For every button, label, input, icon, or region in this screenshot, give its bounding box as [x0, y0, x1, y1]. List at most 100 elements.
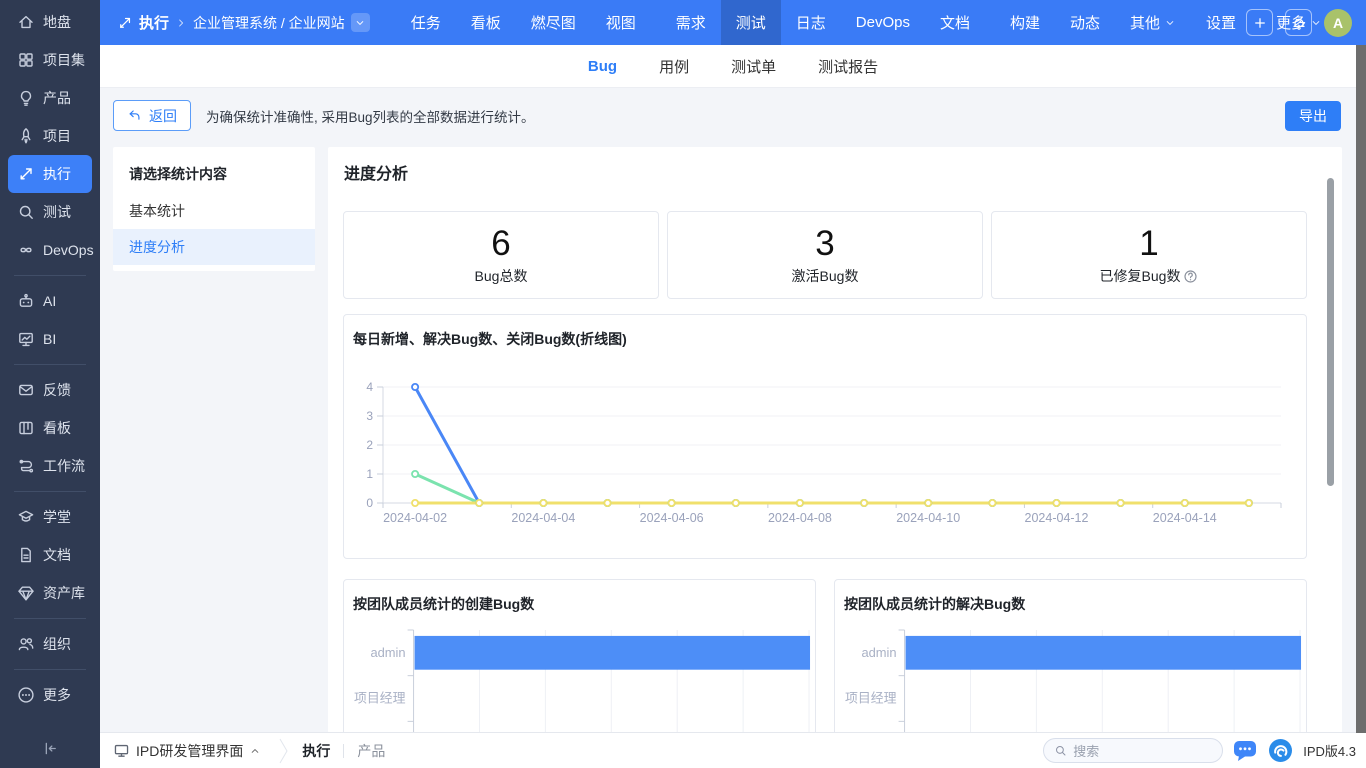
sidebar-item-label: 项目	[43, 126, 71, 146]
bottom-bar-item-product[interactable]: 产品	[357, 741, 385, 761]
summary-card-value: 3	[815, 224, 834, 264]
sidebar-item-program[interactable]: 项目集	[8, 41, 92, 79]
sidebar-collapse-button[interactable]	[0, 728, 100, 768]
chevron-right-icon	[175, 17, 187, 29]
search-placeholder: 搜索	[1073, 741, 1099, 760]
tab-testtask[interactable]: 测试单	[731, 56, 776, 77]
summary-card-2: 1已修复Bug数	[991, 211, 1307, 299]
sidebar-item-tutorial[interactable]: 学堂	[8, 498, 92, 536]
robot-icon	[17, 292, 35, 310]
summary-card-1: 3激活Bug数	[667, 211, 983, 299]
app-switcher-label: IPD研发管理界面	[136, 741, 243, 761]
statistics-nav-title: 请选择统计内容	[113, 147, 315, 193]
svg-text:2024-04-02: 2024-04-02	[383, 511, 447, 525]
bottom-bar-item-execution[interactable]: 执行	[302, 741, 330, 761]
tab-case[interactable]: 用例	[659, 56, 689, 77]
sidebar-item-qa[interactable]: 测试	[8, 193, 92, 231]
grid-icon	[17, 51, 35, 69]
sidebar-item-devops[interactable]: DevOps	[8, 231, 92, 269]
export-button[interactable]: 导出	[1285, 101, 1341, 131]
topnav-item-test[interactable]: 测试	[721, 0, 781, 45]
stats-nav-item-progress[interactable]: 进度分析	[113, 229, 315, 265]
project-switch-button[interactable]	[351, 13, 370, 32]
sidebar-item-ai[interactable]: AI	[8, 282, 92, 320]
topnav-item-kanban[interactable]: 看板	[456, 0, 516, 45]
svg-text:2024-04-10: 2024-04-10	[896, 511, 960, 525]
topnav-item-setting[interactable]: 设置	[1191, 0, 1251, 45]
topnav-actions: A	[1246, 9, 1352, 37]
chevron-down-icon	[1310, 17, 1322, 29]
sidebar-item-home[interactable]: 地盘	[8, 3, 92, 41]
sidebar-item-label: BI	[43, 331, 56, 347]
summary-card-label: 已修复Bug数	[1100, 266, 1199, 286]
sidebar-item-project[interactable]: 项目	[8, 117, 92, 155]
statistics-nav-panel: 请选择统计内容 基本统计进度分析	[113, 147, 315, 271]
resolved-bugs-bar-chart: admin 项目经理	[835, 622, 1306, 733]
topnav-item-story[interactable]: 需求	[661, 0, 721, 45]
sidebar-item-label: 执行	[43, 164, 71, 184]
back-button[interactable]: 返回	[113, 100, 191, 131]
search-input[interactable]: 搜索	[1043, 738, 1223, 763]
daily-line-chart-card: 每日新增、解决Bug数、关闭Bug数(折线图) 012342024-04-022…	[343, 314, 1307, 559]
svg-text:2024-04-04: 2024-04-04	[511, 511, 575, 525]
sidebar-item-label: AI	[43, 293, 56, 309]
sidebar-item-label: DevOps	[43, 242, 94, 258]
create-button[interactable]	[1246, 9, 1273, 36]
topnav-item-task[interactable]: 任务	[396, 0, 456, 45]
app-window: 地盘项目集产品项目执行测试DevOpsAIBI反馈看板工作流学堂文档资产库组织更…	[0, 0, 1366, 768]
summary-card-value: 1	[1139, 224, 1158, 264]
sidebar-item-admin[interactable]: 组织	[8, 625, 92, 663]
topnav-item-other[interactable]: 其他	[1115, 0, 1191, 45]
notifications-button[interactable]	[1285, 9, 1312, 36]
app-switcher[interactable]: IPD研发管理界面	[113, 741, 261, 761]
tab-testreport[interactable]: 测试报告	[818, 56, 878, 77]
sidebar-item-label: 反馈	[43, 380, 71, 400]
breadcrumb: 执行 企业管理系统 / 企业网站	[100, 12, 370, 33]
sidebar-item-workflow[interactable]: 工作流	[8, 447, 92, 485]
version-label: IPD版4.3	[1303, 741, 1356, 760]
breadcrumb-project[interactable]: 企业管理系统 / 企业网站	[193, 13, 345, 33]
bottom-bar-right: 搜索 IPD版4.3	[1043, 738, 1366, 763]
topnav-item-burndown[interactable]: 燃尽图	[516, 0, 591, 45]
sidebar-item-feedback[interactable]: 反馈	[8, 371, 92, 409]
plus-icon	[1252, 15, 1268, 31]
summary-card-label: Bug总数	[475, 266, 528, 286]
sidebar-item-doc[interactable]: 文档	[8, 536, 92, 574]
line-chart: 012342024-04-022024-04-042024-04-062024-…	[344, 359, 1306, 538]
stats-nav-item-basic[interactable]: 基本统计	[113, 193, 315, 229]
sidebar-item-assetlib[interactable]: 资产库	[8, 574, 92, 612]
avatar[interactable]: A	[1324, 9, 1352, 37]
breadcrumb-section[interactable]: 执行	[139, 12, 169, 33]
panel-scrollbar-thumb[interactable]	[1327, 178, 1334, 486]
tab-bug[interactable]: Bug	[588, 58, 617, 75]
help-icon[interactable]	[1183, 269, 1198, 284]
created-bugs-chart-title: 按团队成员统计的创建Bug数	[344, 580, 815, 614]
sidebar-item-product[interactable]: 产品	[8, 79, 92, 117]
bulb-icon	[17, 89, 35, 107]
sidebar-item-more[interactable]: 更多	[8, 676, 92, 714]
topnav-item-view[interactable]: 视图	[591, 0, 651, 45]
rocket-icon	[17, 127, 35, 145]
sidebar-item-execution[interactable]: 执行	[8, 155, 92, 193]
sidebar-item-kanban[interactable]: 看板	[8, 409, 92, 447]
svg-text:admin: admin	[861, 645, 896, 660]
sidebar-item-label: 资产库	[43, 583, 85, 603]
doc-icon	[17, 546, 35, 564]
topnav-item-doc[interactable]: 文档	[925, 0, 985, 45]
window-scrollbar[interactable]	[1356, 45, 1366, 733]
svg-text:项目经理: 项目经理	[845, 690, 897, 705]
member-bar-charts: 按团队成员统计的创建Bug数 admin项目经理 按团队成员统计的解决Bug数 …	[343, 579, 1307, 733]
topnav-item-devops[interactable]: DevOps	[841, 0, 925, 45]
topnav-item-dynamic[interactable]: 动态	[1055, 0, 1115, 45]
sidebar-item-bi[interactable]: BI	[8, 320, 92, 358]
topnav-item-build[interactable]: 构建	[995, 0, 1055, 45]
more-icon	[17, 686, 35, 704]
back-button-label: 返回	[149, 106, 177, 126]
topnav-item-log[interactable]: 日志	[781, 0, 841, 45]
statistics-notice: 为确保统计准确性, 采用Bug列表的全部数据进行统计。	[206, 106, 535, 126]
users-icon	[17, 635, 35, 653]
sidebar-item-label: 地盘	[43, 12, 71, 32]
svg-text:2024-04-06: 2024-04-06	[640, 511, 704, 525]
messenger-icon[interactable]	[1233, 740, 1258, 762]
collapse-icon	[42, 740, 59, 757]
